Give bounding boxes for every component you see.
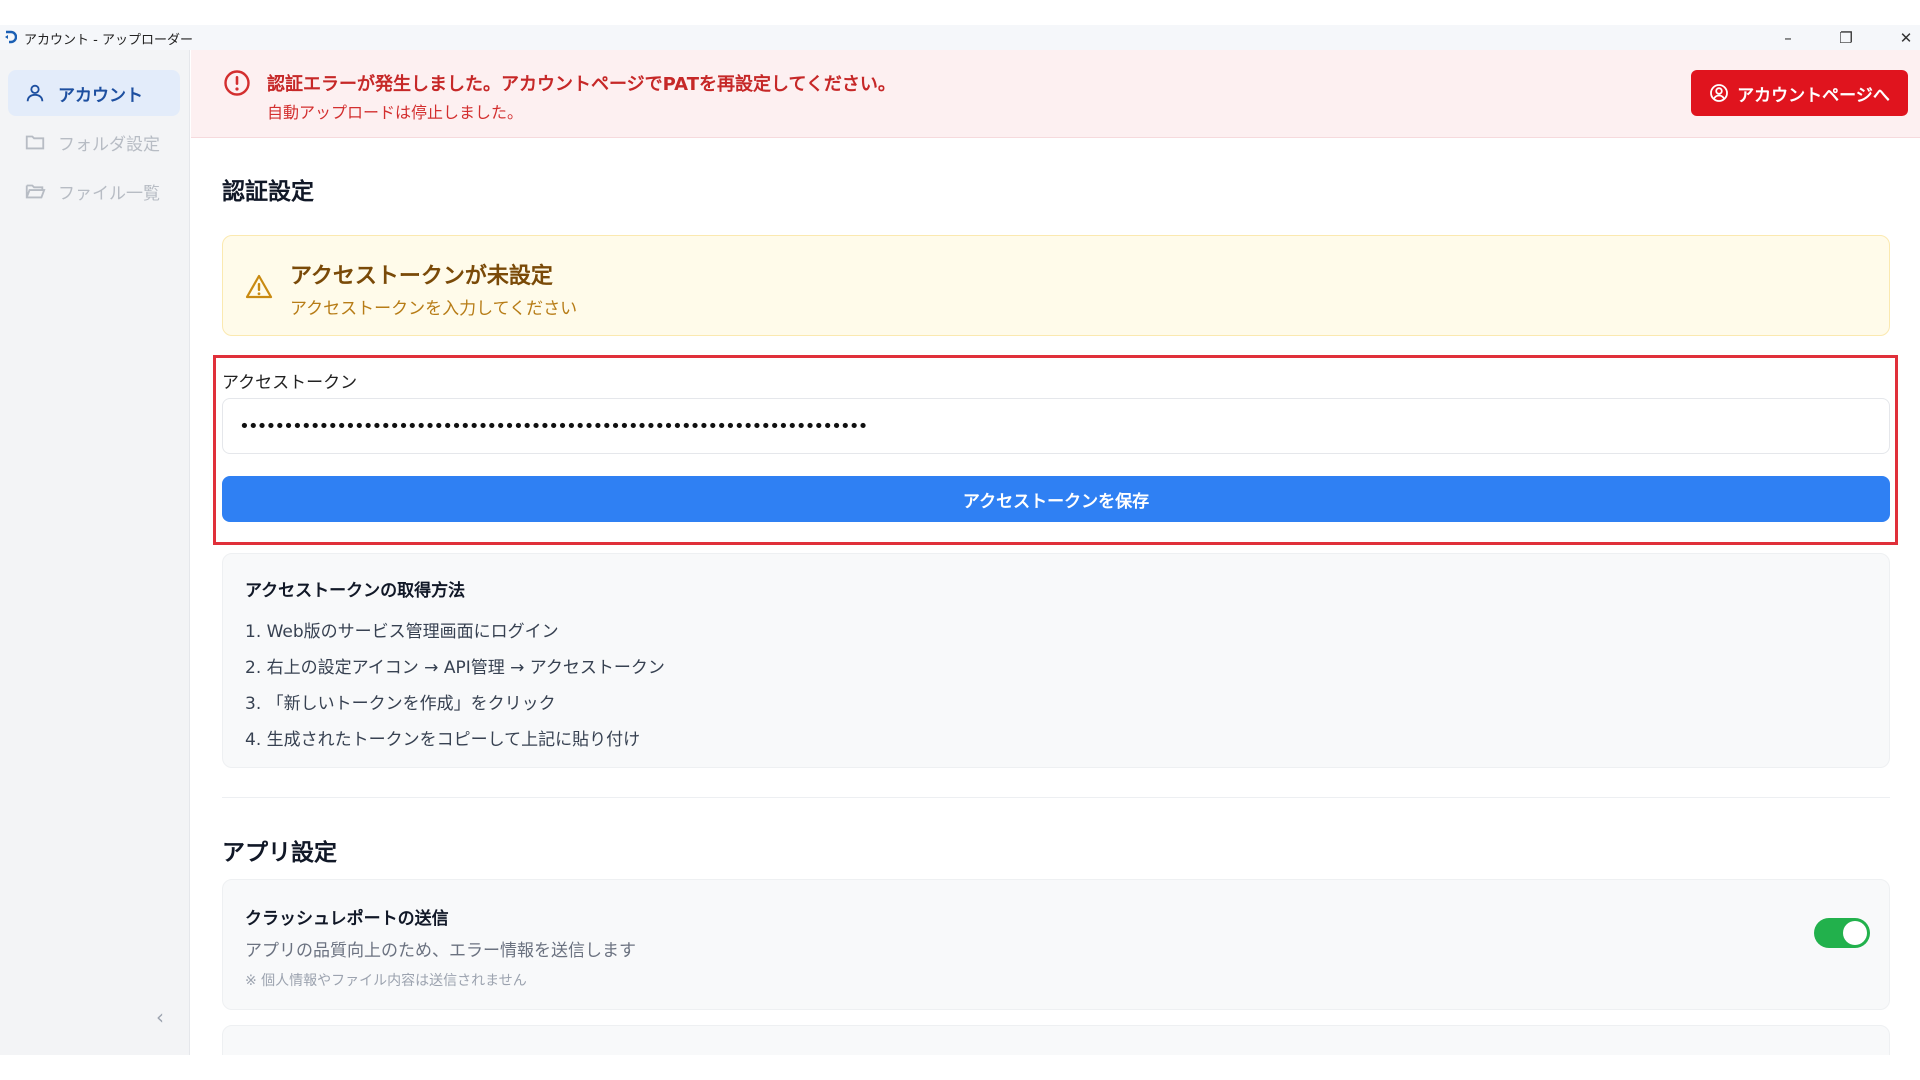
error-submessage: 自動アップロードは停止しました。 [267, 103, 524, 122]
app-window: アカウント - アップローダー – ❐ ✕ アカウント フォルダ設定 ファイル一… [0, 0, 1920, 1080]
minimize-button[interactable]: – [1763, 25, 1813, 50]
token-field-label: アクセストークン [222, 373, 358, 393]
howto-step: 2. 右上の設定アイコン → API管理 → アクセストークン [245, 658, 665, 678]
howto-title: アクセストークンの取得方法 [245, 581, 466, 601]
crash-report-note: ※ 個人情報やファイル内容は送信されません [245, 973, 527, 989]
title-bar[interactable]: アカウント - アップローダー – ❐ ✕ [0, 25, 1920, 50]
sidebar-item-account[interactable]: アカウント [8, 70, 180, 116]
sidebar-item-label: アカウント [58, 85, 143, 106]
user-icon [26, 84, 44, 102]
crash-report-description: アプリの品質向上のため、エラー情報を送信します [245, 941, 636, 961]
howto-box: アクセストークンの取得方法 1. Web版のサービス管理画面にログイン 2. 右… [222, 553, 1890, 768]
window-title: アカウント - アップローダー [24, 33, 193, 48]
app-logo-icon [5, 30, 17, 44]
crash-report-toggle[interactable] [1814, 918, 1870, 948]
error-message: 認証エラーが発生しました。アカウントページでPATを再設定してください。 [267, 74, 896, 95]
account-page-button[interactable]: アカウントページへ [1691, 70, 1908, 116]
howto-step: 1. Web版のサービス管理画面にログイン [245, 622, 559, 642]
sidebar-item-file-list[interactable]: ファイル一覧 [8, 168, 180, 214]
main-content: 認証エラーが発生しました。アカウントページでPATを再設定してください。 自動ア… [191, 50, 1920, 1055]
account-page-button-label: アカウントページへ [1737, 85, 1890, 106]
user-circle-icon [1710, 84, 1729, 102]
error-banner: 認証エラーが発生しました。アカウントページでPATを再設定してください。 自動ア… [191, 50, 1920, 138]
howto-step: 3. 「新しいトークンを作成」をクリック [245, 694, 556, 714]
warning-subtitle: アクセストークンを入力してください [290, 299, 578, 319]
howto-step: 4. 生成されたトークンをコピーして上記に貼り付け [245, 730, 641, 750]
crash-report-title: クラッシュレポートの送信 [245, 909, 449, 929]
save-token-button[interactable]: アクセストークンを保存 [222, 476, 1890, 522]
sidebar: アカウント フォルダ設定 ファイル一覧 ‹ [0, 50, 190, 1055]
folder-icon [25, 135, 45, 150]
section-divider [222, 797, 1890, 798]
sidebar-item-label: ファイル一覧 [58, 183, 160, 204]
warning-title: アクセストークンが未設定 [290, 264, 553, 289]
alert-circle-icon [224, 70, 250, 96]
warning-triangle-icon [245, 274, 273, 299]
token-warning-box: アクセストークンが未設定 アクセストークンを入力してください [222, 235, 1890, 336]
next-setting-card [222, 1025, 1890, 1055]
sidebar-item-label: フォルダ設定 [58, 134, 160, 155]
toggle-knob [1843, 921, 1867, 945]
sidebar-collapse-button[interactable]: ‹ [148, 1005, 172, 1029]
maximize-button[interactable]: ❐ [1821, 25, 1871, 50]
crash-report-card: クラッシュレポートの送信 アプリの品質向上のため、エラー情報を送信します ※ 個… [222, 879, 1890, 1010]
folder-open-icon [25, 184, 46, 199]
access-token-input[interactable]: ••••••••••••••••••••••••••••••••••••••••… [222, 398, 1890, 454]
close-button[interactable]: ✕ [1881, 25, 1920, 50]
auth-section-title: 認証設定 [222, 179, 314, 205]
sidebar-item-folder-settings[interactable]: フォルダ設定 [8, 119, 180, 165]
app-section-title: アプリ設定 [222, 840, 337, 866]
